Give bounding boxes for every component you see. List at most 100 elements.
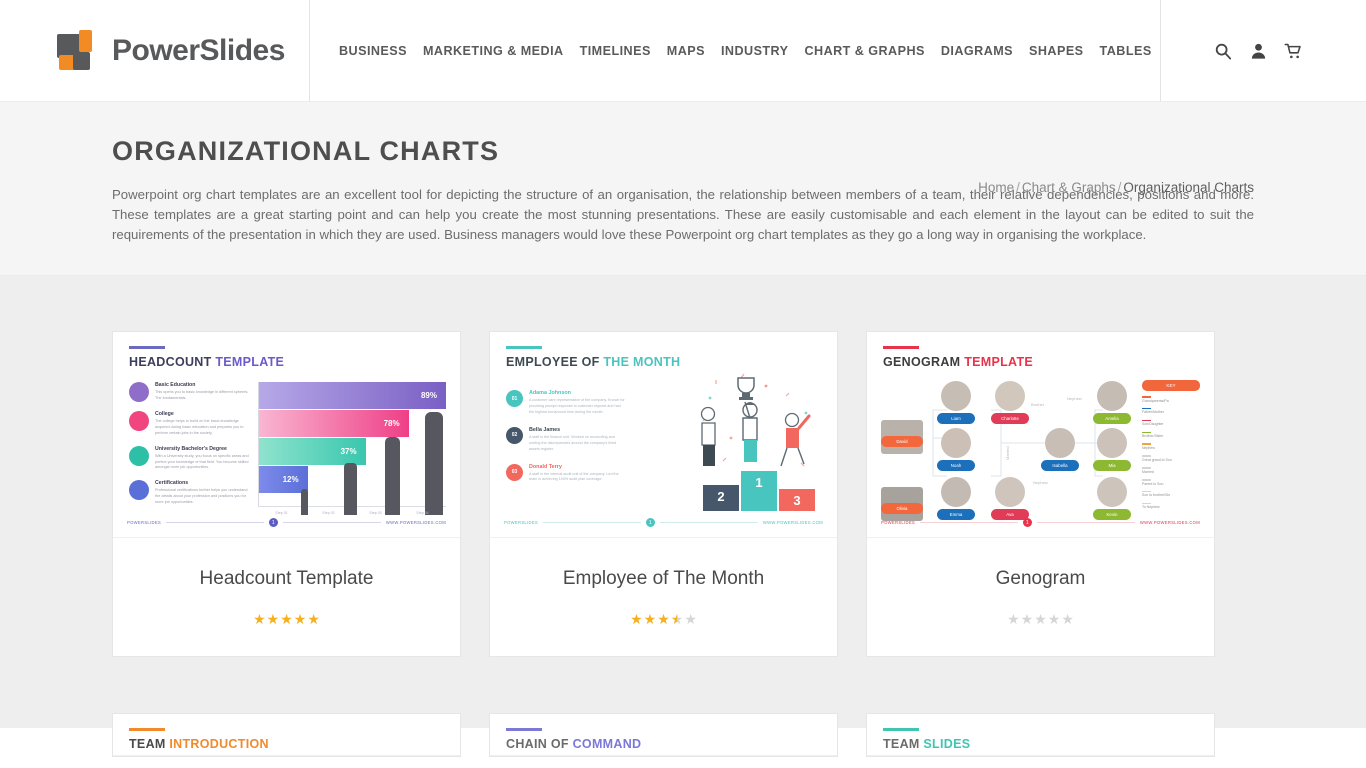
- star-4: ★: [670, 611, 684, 627]
- key-label: Nephew: [1142, 445, 1155, 450]
- slide-footer-url: WWW.POWERSLIDES.COM: [762, 520, 823, 525]
- key-label: Married: [1142, 469, 1154, 474]
- slide-footer: POWERSLIDES 1 WWW.POWERSLIDES.COM: [127, 518, 446, 527]
- rank-badge: 03: [506, 463, 523, 481]
- key-label: Father/Mother: [1142, 410, 1164, 415]
- slide-footer-brand: POWERSLIDES: [504, 520, 539, 525]
- person-photo: [1097, 381, 1127, 411]
- nav-item-diagrams[interactable]: DIAGRAMS: [933, 38, 1021, 64]
- list-item: University Bachelor's Degree With a Univ…: [129, 445, 249, 472]
- person-photo: [1045, 428, 1075, 458]
- nav-item-timelines[interactable]: TIMELINES: [572, 38, 659, 64]
- slide-title-part1: CHAIN OF: [506, 737, 573, 751]
- product-card-body: Genogram ★ ★ ★ ★ ★: [867, 538, 1214, 656]
- rating-stars[interactable]: ★ ★ ★ ★ ★: [253, 612, 320, 626]
- nav-item-maps[interactable]: MAPS: [659, 38, 713, 64]
- product-card-team-introduction[interactable]: TEAM INTRODUCTION: [112, 713, 461, 757]
- bar-78: 78%: [259, 410, 409, 437]
- product-card-genogram[interactable]: GENOGRAM TEMPLATE Brother Nephew Nephew …: [866, 331, 1215, 657]
- breadcrumb: Home / Chart & Graphs / Organizational Chart…: [978, 180, 1254, 195]
- node-david: David: [881, 436, 923, 447]
- product-card-team-slides[interactable]: TEAM SLIDES: [866, 713, 1215, 757]
- product-thumbnail[interactable]: HEADCOUNT TEMPLATE Basic Education This …: [113, 332, 460, 538]
- list-item-heading: Basic Education: [155, 382, 196, 388]
- axis-label: Step 02: [322, 511, 335, 515]
- key-title: KEY: [1142, 380, 1200, 391]
- axis-label: Step 04: [416, 511, 429, 515]
- product-card-headcount-template[interactable]: HEADCOUNT TEMPLATE Basic Education This …: [112, 331, 461, 657]
- slide-footer: POWERSLIDES 1 WWW.POWERSLIDES.COM: [504, 518, 823, 527]
- key-item: Nephew: [1142, 443, 1200, 451]
- rating-stars[interactable]: ★ ★ ★ ★ ★: [630, 612, 697, 626]
- breadcrumb-chart-graphs[interactable]: Chart & Graphs: [1022, 180, 1116, 195]
- user-icon[interactable]: [1248, 41, 1268, 61]
- star-1: ★: [630, 611, 643, 627]
- list-item-body: The college helps to build on the basic …: [155, 419, 244, 435]
- slide-title: GENOGRAM TEMPLATE: [883, 355, 1198, 369]
- genogram-key: KEY Grandparents/Pa Father/Mother Son/Da…: [1142, 380, 1200, 514]
- slide-title: TEAM INTRODUCTION: [129, 737, 444, 751]
- slide-accent-rule: [883, 728, 919, 731]
- product-card-employee-of-the-month[interactable]: EMPLOYEE OF THE MONTH 01 Adama Johnson A…: [489, 331, 838, 657]
- employee-description: A customer care representative of the co…: [529, 398, 625, 414]
- search-icon[interactable]: [1213, 41, 1233, 61]
- person-silhouette: [344, 463, 357, 515]
- headcount-feature-list: Basic Education This opens you to basic …: [129, 382, 249, 515]
- slide-title-part2: COMMAND: [572, 737, 642, 751]
- product-thumbnail[interactable]: TEAM SLIDES: [867, 714, 1214, 756]
- slide-accent-rule: [506, 346, 542, 349]
- slide-page-number: 1: [1022, 518, 1032, 527]
- slide-title-part1: TEAM: [883, 737, 924, 751]
- slide-title-part1: HEADCOUNT: [129, 355, 216, 369]
- star-3: ★: [657, 611, 670, 627]
- slide-title-part2: THE MONTH: [603, 355, 681, 369]
- nav-item-chart-graphs[interactable]: CHART & GRAPHS: [797, 38, 933, 64]
- rating-stars[interactable]: ★ ★ ★ ★ ★: [1007, 612, 1074, 626]
- hero-section: ORGANIZATIONAL CHARTS Home / Chart & Graph…: [0, 102, 1366, 276]
- slide-title: EMPLOYEE OF THE MONTH: [506, 355, 821, 369]
- slide-accent-rule: [129, 728, 165, 731]
- product-card-chain-of-command[interactable]: CHAIN OF COMMAND: [489, 713, 838, 757]
- slide-footer: POWERSLIDES 1 WWW.POWERSLIDES.COM: [881, 518, 1200, 527]
- nav-item-business[interactable]: BUSINESS: [331, 38, 415, 64]
- slide-accent-rule: [506, 728, 542, 731]
- slide-footer-brand: POWERSLIDES: [127, 520, 162, 525]
- product-thumbnail[interactable]: CHAIN OF COMMAND: [490, 714, 837, 756]
- nav-item-industry[interactable]: INDUSTRY: [713, 38, 797, 64]
- chart-axis-labels: Step 01 Step 02 Step 03 Step 04: [258, 511, 446, 515]
- breadcrumb-sep: /: [1016, 180, 1020, 195]
- list-item-body: This opens you to basic knowledge in dif…: [155, 390, 249, 400]
- rank-badge: 02: [506, 426, 523, 444]
- nav-item-shapes[interactable]: SHAPES: [1021, 38, 1092, 64]
- cart-icon[interactable]: [1283, 41, 1303, 61]
- product-thumbnail[interactable]: GENOGRAM TEMPLATE Brother Nephew Nephew …: [867, 332, 1214, 538]
- bar-label: 89%: [420, 391, 437, 400]
- key-label: Son/Daughter: [1142, 422, 1164, 427]
- list-item-heading: College: [155, 411, 174, 417]
- nav-item-tables[interactable]: TABLES: [1092, 38, 1160, 64]
- slide-title-part2: SLIDES: [923, 737, 971, 751]
- slide-title-part1: EMPLOYEE OF: [506, 355, 604, 369]
- product-grid: HEADCOUNT TEMPLATE Basic Education This …: [112, 331, 1254, 757]
- person-photo: [1097, 477, 1127, 507]
- product-thumbnail[interactable]: TEAM INTRODUCTION: [113, 714, 460, 756]
- person-photo: [941, 477, 971, 507]
- star-4: ★: [293, 611, 307, 627]
- product-card-body: Employee of The Month ★ ★ ★ ★ ★: [490, 538, 837, 656]
- slide-accent-rule: [883, 346, 919, 349]
- key-item: Brother/Sister: [1142, 431, 1200, 440]
- slide-title-part1: GENOGRAM: [883, 355, 965, 369]
- site-header: PowerSlides BUSINESS MARKETING & MEDIA T…: [0, 0, 1366, 102]
- key-label: To Nephew: [1142, 505, 1160, 510]
- key-item: Son/Daughter: [1142, 419, 1200, 428]
- product-thumbnail[interactable]: EMPLOYEE OF THE MONTH 01 Adama Johnson A…: [490, 332, 837, 538]
- nav-item-marketing-media[interactable]: MARKETING & MEDIA: [415, 38, 572, 64]
- degree-icon: [129, 445, 149, 466]
- breadcrumb-home[interactable]: Home: [978, 180, 1014, 195]
- slide-footer-url: WWW.POWERSLIDES.COM: [385, 520, 446, 525]
- logo[interactable]: PowerSlides: [0, 0, 310, 101]
- slide-preview-team-slides: TEAM SLIDES: [867, 714, 1214, 755]
- bar-label: 12%: [282, 475, 299, 484]
- node-noah: Noah: [937, 460, 975, 471]
- star-5: ★: [307, 611, 320, 627]
